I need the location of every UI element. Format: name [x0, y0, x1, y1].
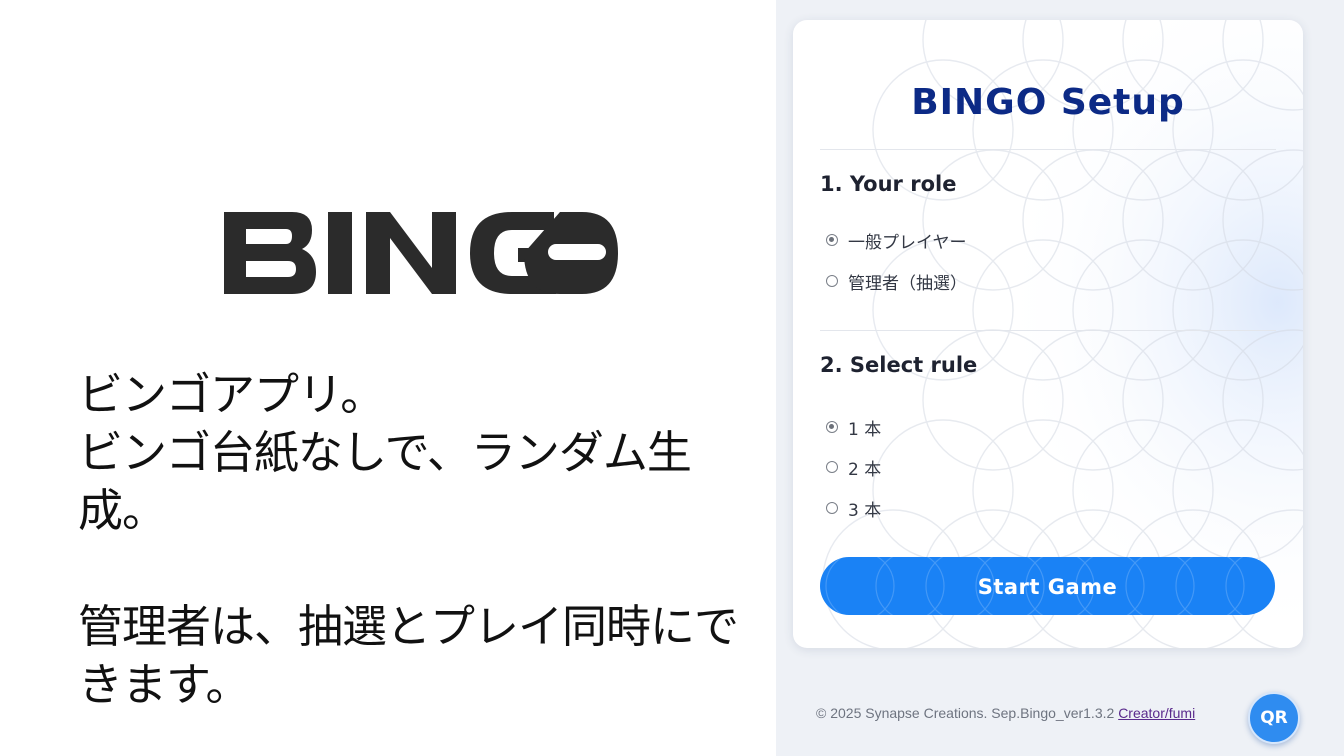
radio-button[interactable] — [826, 502, 838, 514]
role-option-admin[interactable]: 管理者（抽選） — [826, 269, 967, 294]
rule-option-1[interactable]: 1 本 — [826, 415, 882, 440]
promo-panel: ビンゴアプリ。 ビンゴ台紙なしで、ランダム生成。 管理者は、抽選とプレイ同時にで… — [0, 0, 776, 756]
role-option-label: 一般プレイヤー — [848, 232, 967, 253]
footer: © 2025 Synapse Creations. Sep.Bingo_ver1… — [816, 705, 1195, 721]
radio-button[interactable] — [826, 461, 838, 473]
promo-description: ビンゴアプリ。 ビンゴ台紙なしで、ランダム生成。 管理者は、抽選とプレイ同時にで… — [78, 368, 739, 711]
setup-area: BINGO Setup 1. Your role 一般プレイヤー 管理者（抽選）… — [776, 0, 1344, 756]
rule-option-label: 3 本 — [848, 500, 882, 521]
rule-section-title: 2. Select rule — [820, 353, 978, 377]
role-section-title: 1. Your role — [820, 172, 957, 196]
qr-button[interactable]: QR — [1248, 692, 1300, 744]
radio-button-checked[interactable] — [826, 421, 838, 433]
rule-option-label: 1 本 — [848, 419, 882, 440]
start-game-label: Start Game — [977, 575, 1118, 599]
copyright-text: © 2025 Synapse Creations. Sep.Bingo_ver1… — [816, 705, 1119, 721]
rule-option-2[interactable]: 2 本 — [826, 455, 882, 480]
start-game-button[interactable]: Start Game — [820, 557, 1275, 615]
divider — [820, 330, 1276, 331]
setup-card: BINGO Setup 1. Your role 一般プレイヤー 管理者（抽選）… — [793, 20, 1303, 648]
role-option-label: 管理者（抽選） — [848, 273, 967, 294]
rule-option-label: 2 本 — [848, 459, 882, 480]
radio-button[interactable] — [826, 275, 838, 287]
creator-link[interactable]: Creator/fumi — [1118, 705, 1195, 721]
setup-title: BINGO Setup — [911, 82, 1185, 123]
radio-button-checked[interactable] — [826, 234, 838, 246]
rule-option-3[interactable]: 3 本 — [826, 496, 882, 521]
divider — [820, 149, 1276, 150]
bingo-logo — [224, 212, 618, 294]
role-option-player[interactable]: 一般プレイヤー — [826, 228, 967, 253]
